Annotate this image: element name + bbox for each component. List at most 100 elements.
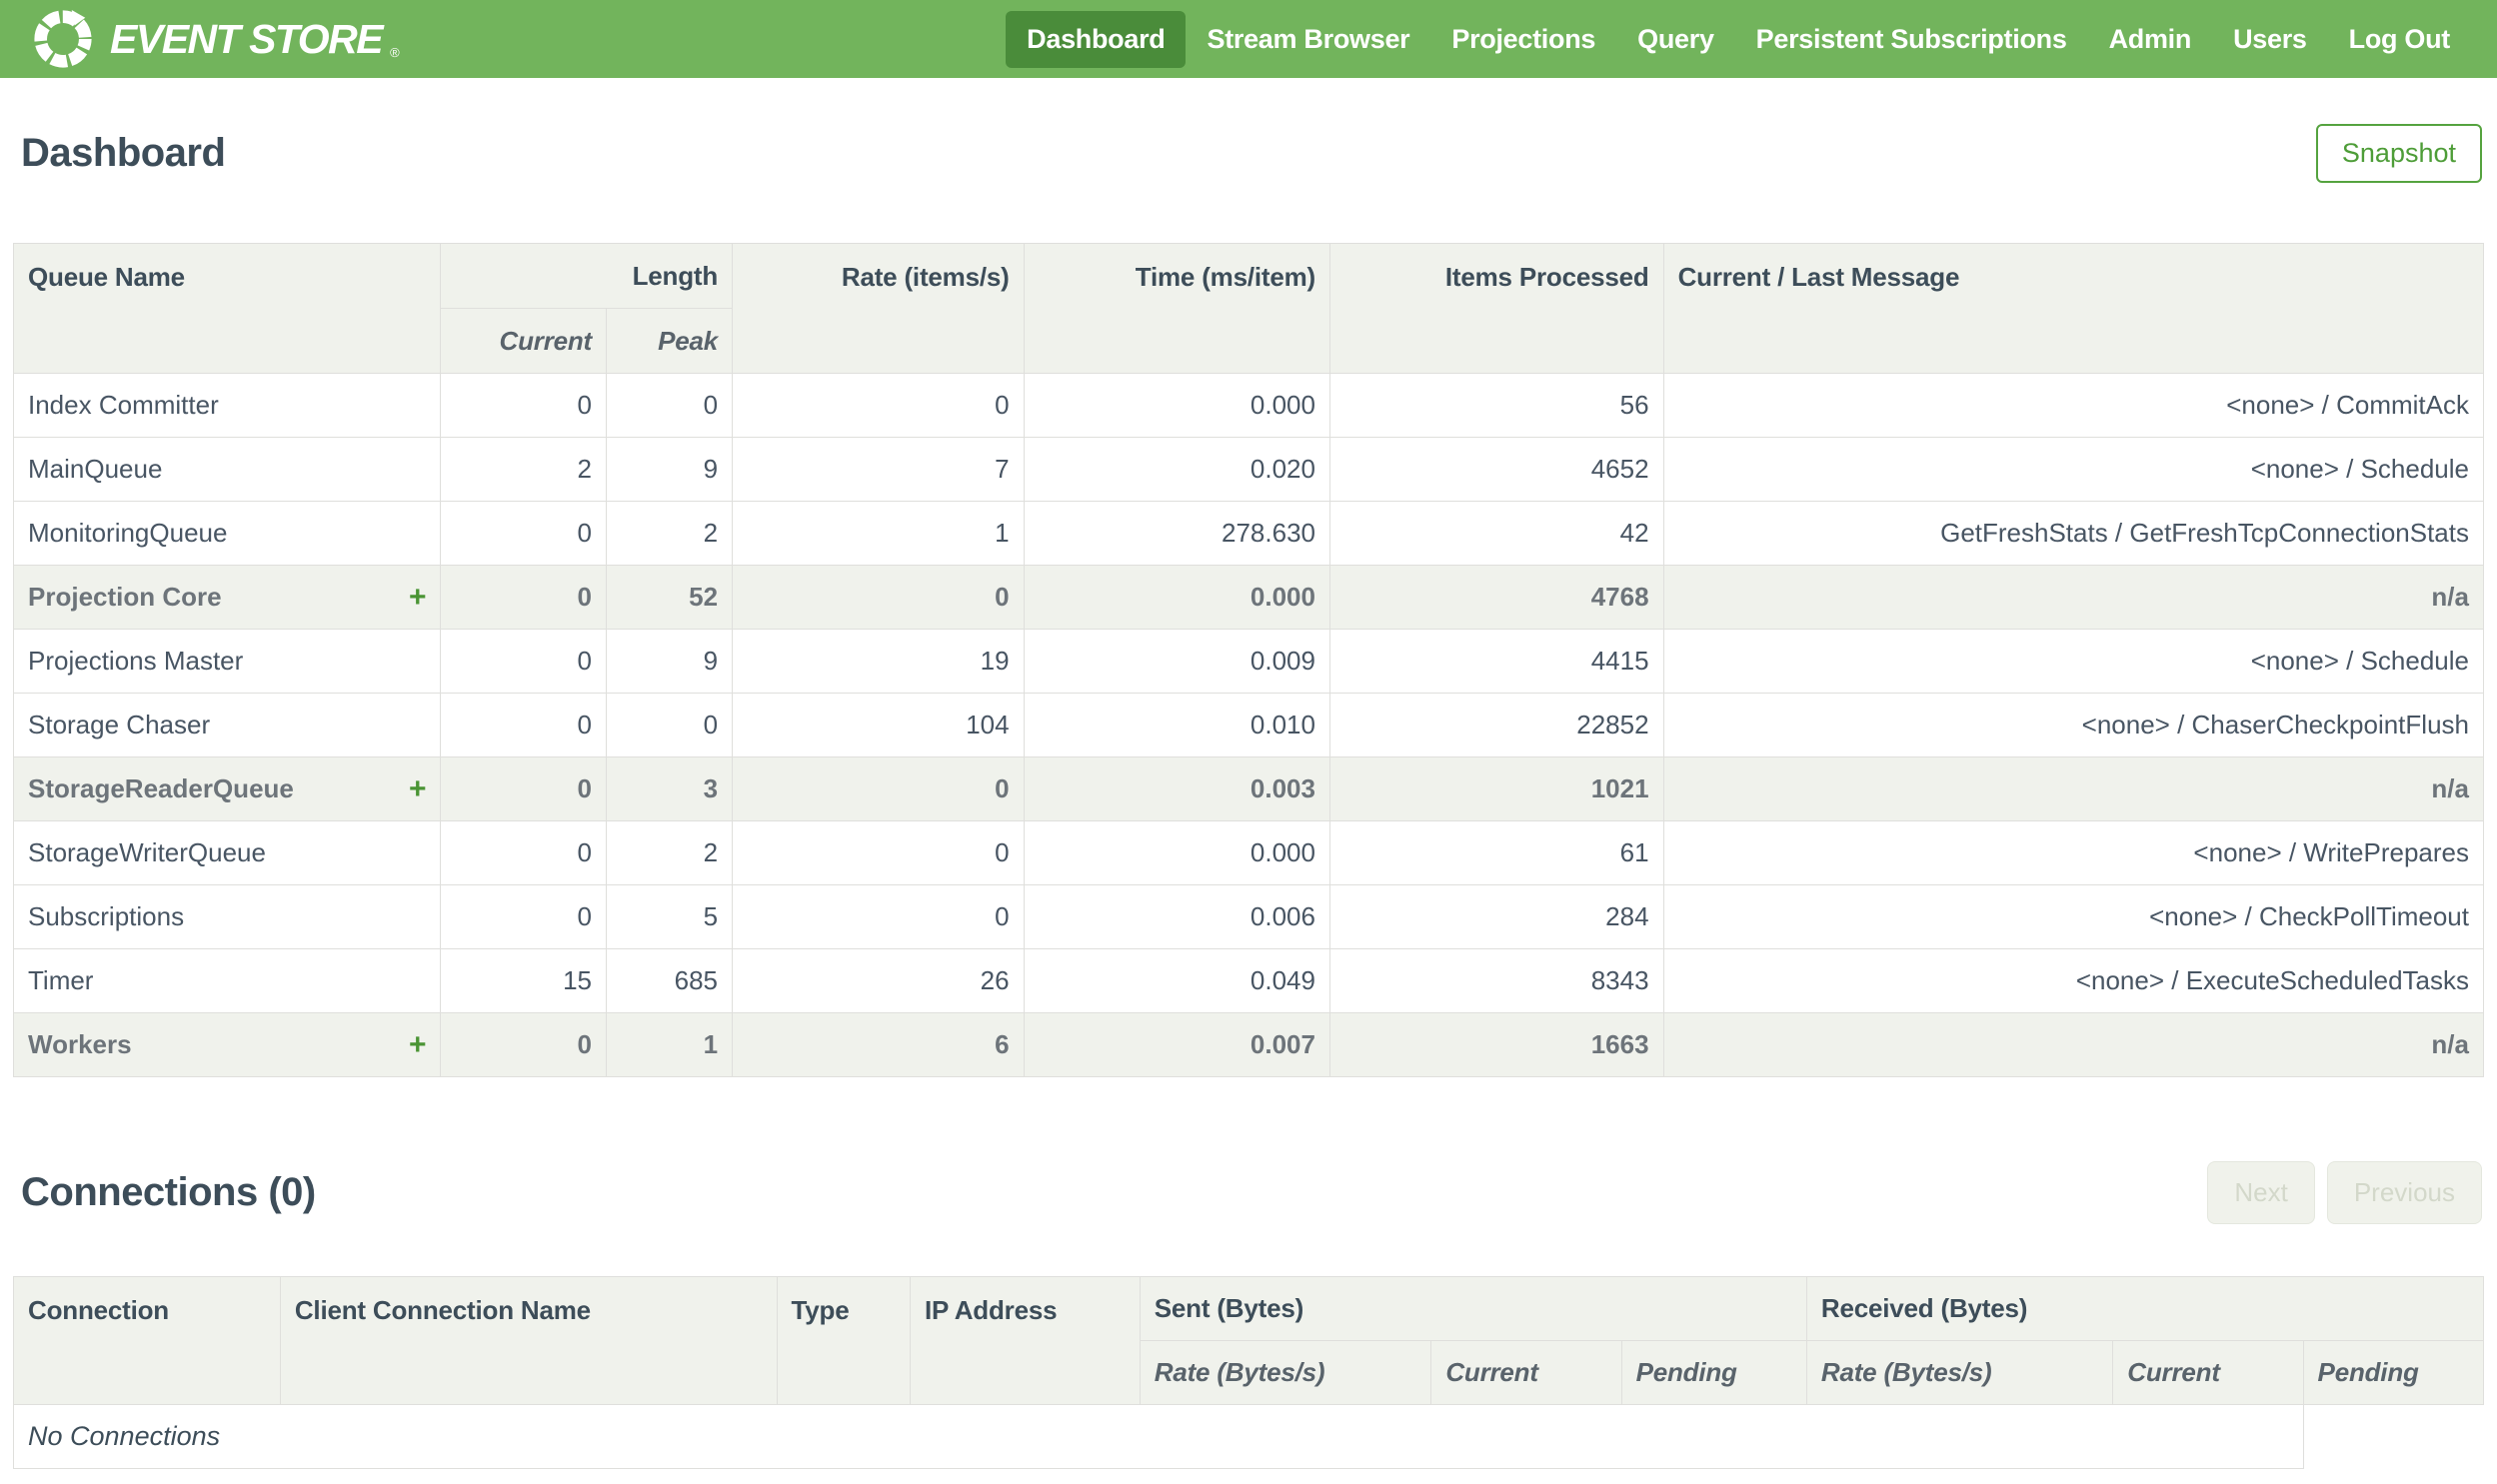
nav-item-log-out[interactable]: Log Out xyxy=(2328,11,2471,68)
queue-message: <none> / CheckPollTimeout xyxy=(1662,884,2485,949)
queue-time: 0.003 xyxy=(1023,756,1330,821)
queue-name: Workers xyxy=(28,1029,132,1059)
col-header-received-pending: Pending xyxy=(2302,1340,2485,1405)
queue-items-processed: 1663 xyxy=(1328,1012,1664,1077)
nav-item-dashboard[interactable]: Dashboard xyxy=(1006,10,1187,68)
queues-table: Queue Name Length Rate (items/s) Time (m… xyxy=(12,243,2485,1077)
queue-rate: 6 xyxy=(732,1012,1025,1077)
nav-item-query[interactable]: Query xyxy=(1616,11,1735,68)
queue-length-current: 0 xyxy=(440,756,608,821)
queue-length-peak: 5 xyxy=(606,884,734,949)
queue-length-peak: 3 xyxy=(606,756,734,821)
queue-length-peak: 0 xyxy=(606,373,734,438)
queue-length-peak: 9 xyxy=(606,629,734,694)
queue-message: n/a xyxy=(1662,565,2485,630)
registered-mark: ® xyxy=(390,45,400,60)
queue-rate: 26 xyxy=(732,948,1025,1013)
nav-menu: Dashboard Stream Browser Projections Query P… xyxy=(1006,10,2471,68)
queue-rate: 0 xyxy=(732,884,1025,949)
queue-rate: 0 xyxy=(732,820,1025,885)
page-header: Dashboard Snapshot xyxy=(21,124,2482,183)
queue-length-current: 0 xyxy=(440,1012,608,1077)
queue-message: <none> / Schedule xyxy=(1662,629,2485,694)
queue-row: Timer 15 685 26 0.049 8343 <none> / Exec… xyxy=(12,948,2485,1013)
queue-length-current: 2 xyxy=(440,437,608,502)
queue-time: 0.007 xyxy=(1023,1012,1330,1077)
nav-item-projections[interactable]: Projections xyxy=(1430,11,1616,68)
queue-time: 0.010 xyxy=(1023,693,1330,757)
col-header-time: Time (ms/item) xyxy=(1023,243,1330,374)
expand-plus-icon[interactable]: + xyxy=(409,1029,427,1060)
col-header-received-current: Current xyxy=(2112,1340,2304,1405)
nav-item-stream-browser[interactable]: Stream Browser xyxy=(1186,11,1430,68)
col-header-queue-name: Queue Name xyxy=(12,243,442,374)
queue-items-processed: 56 xyxy=(1328,373,1664,438)
queue-time: 0.009 xyxy=(1023,629,1330,694)
queue-items-processed: 61 xyxy=(1328,820,1664,885)
expand-plus-icon[interactable]: + xyxy=(409,582,427,613)
col-header-sent-pending: Pending xyxy=(1620,1340,1807,1405)
connections-title: Connections (0) xyxy=(21,1170,316,1214)
col-header-length: Length xyxy=(440,243,734,309)
queue-length-current: 0 xyxy=(440,629,608,694)
expand-plus-icon[interactable]: + xyxy=(409,773,427,804)
col-header-sent-rate: Rate (Bytes/s) xyxy=(1139,1340,1432,1405)
queue-rate: 7 xyxy=(732,437,1025,502)
queue-rate: 104 xyxy=(732,693,1025,757)
snapshot-button[interactable]: Snapshot xyxy=(2315,124,2482,183)
queue-length-peak: 685 xyxy=(606,948,734,1013)
col-header-ip-address: IP Address xyxy=(909,1276,1141,1405)
col-header-client-connection-name: Client Connection Name xyxy=(279,1276,778,1405)
queue-row: Index Committer 0 0 0 0.000 56 <none> / … xyxy=(12,373,2485,438)
no-connections-message: No Connections xyxy=(13,1404,2304,1469)
queue-message: <none> / Schedule xyxy=(1662,437,2485,502)
queue-row: MonitoringQueue 0 2 1 278.630 42 GetFres… xyxy=(12,501,2485,566)
queue-length-current: 0 xyxy=(440,565,608,630)
nav-item-persistent-subscriptions[interactable]: Persistent Subscriptions xyxy=(1735,11,2088,68)
connections-header: Connections (0) Next Previous xyxy=(21,1161,2482,1224)
no-connections-row: No Connections xyxy=(13,1404,2484,1469)
queue-message: n/a xyxy=(1662,1012,2485,1077)
col-header-sent-current: Current xyxy=(1430,1340,1622,1405)
col-header-type: Type xyxy=(776,1276,911,1405)
queue-row: Workers + 0 1 6 0.007 1663 n/a xyxy=(12,1012,2485,1077)
queue-length-current: 0 xyxy=(440,501,608,566)
col-header-received-rate: Rate (Bytes/s) xyxy=(1805,1340,2114,1405)
col-header-message: Current / Last Message xyxy=(1662,243,2485,374)
queue-name: Index Committer xyxy=(28,390,219,420)
queue-items-processed: 4415 xyxy=(1328,629,1664,694)
col-header-connection: Connection xyxy=(13,1276,281,1405)
queue-length-current: 0 xyxy=(440,373,608,438)
queue-items-processed: 4768 xyxy=(1328,565,1664,630)
queue-name: MainQueue xyxy=(28,454,163,484)
queue-rate: 0 xyxy=(732,756,1025,821)
queue-length-peak: 1 xyxy=(606,1012,734,1077)
queue-length-peak: 52 xyxy=(606,565,734,630)
col-header-sent: Sent (Bytes) xyxy=(1139,1276,1807,1341)
col-header-current: Current xyxy=(440,308,608,374)
queue-length-current: 0 xyxy=(440,884,608,949)
queue-name: Subscriptions xyxy=(28,901,185,931)
queue-rate: 19 xyxy=(732,629,1025,694)
col-header-items-processed: Items Processed xyxy=(1328,243,1664,374)
page-title: Dashboard xyxy=(21,131,226,175)
queue-message: <none> / ChaserCheckpointFlush xyxy=(1662,693,2485,757)
queue-length-peak: 2 xyxy=(606,820,734,885)
connections-table: Connection Client Connection Name Type I… xyxy=(13,1276,2485,1469)
nav-item-users[interactable]: Users xyxy=(2212,11,2328,68)
queue-message: GetFreshStats / GetFreshTcpConnectionSta… xyxy=(1662,501,2485,566)
queue-length-current: 0 xyxy=(440,820,608,885)
queue-items-processed: 284 xyxy=(1328,884,1664,949)
queue-name: StorageWriterQueue xyxy=(28,837,266,867)
next-button[interactable]: Next xyxy=(2207,1161,2315,1224)
previous-button[interactable]: Previous xyxy=(2326,1161,2482,1224)
queue-length-current: 15 xyxy=(440,948,608,1013)
nav-item-admin[interactable]: Admin xyxy=(2088,11,2213,68)
brand-logo[interactable]: EVENT STORE ® xyxy=(32,8,400,70)
queue-time: 278.630 xyxy=(1023,501,1330,566)
queue-name: MonitoringQueue xyxy=(28,518,228,548)
queue-length-peak: 0 xyxy=(606,693,734,757)
queue-length-peak: 9 xyxy=(606,437,734,502)
queue-name: StorageReaderQueue xyxy=(28,773,294,803)
connections-pager: Next Previous xyxy=(2207,1161,2482,1224)
